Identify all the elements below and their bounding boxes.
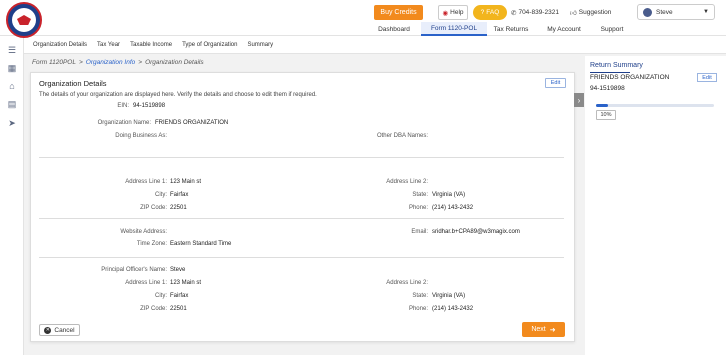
- website-label: Website Address:: [120, 229, 167, 235]
- state-value: Virginia (VA): [432, 192, 466, 198]
- officer-address-line-2-label: Address Line 2:: [386, 280, 428, 286]
- breadcrumb-form[interactable]: Form 1120POL: [32, 59, 76, 66]
- progress-fill: [596, 104, 608, 107]
- city-label: City:: [155, 192, 167, 198]
- address-line-2-label: Address Line 2:: [386, 179, 428, 185]
- arrow-right-icon: ➜: [549, 326, 556, 334]
- form-subtabs: Organization Details Tax Year Taxable In…: [24, 36, 726, 54]
- org-name-label: Organization Name:: [97, 120, 151, 126]
- email-value: sridhar.b+CPA89@w3magix.com: [432, 229, 520, 235]
- thumbs-up-icon: 👍︎: [570, 9, 577, 17]
- ein-value: 94-1519898: [133, 103, 166, 109]
- officer-zip-label: ZIP Code:: [140, 306, 167, 312]
- breadcrumb: Form 1120POL > Organization Info > Organ…: [32, 59, 204, 66]
- divider: [39, 257, 564, 258]
- email-label: Email:: [411, 229, 428, 235]
- send-icon[interactable]: ➤: [7, 118, 17, 128]
- help-button[interactable]: ◉ Help: [438, 5, 468, 20]
- summary-edit-button[interactable]: Edit: [697, 73, 717, 82]
- phone-value: (214) 143-2432: [432, 205, 474, 211]
- time-zone-value: Eastern Standard Time: [170, 241, 232, 247]
- zip-label: ZIP Code:: [140, 205, 167, 211]
- breadcrumb-organization-info[interactable]: Organization Info: [86, 59, 136, 66]
- officer-phone-value: (214) 143-2432: [432, 306, 474, 312]
- next-button[interactable]: Next ➜: [522, 322, 565, 337]
- city-value: Fairfax: [170, 192, 189, 198]
- subtab-organization-details[interactable]: Organization Details: [28, 42, 92, 48]
- officer-state-value: Virginia (VA): [432, 293, 466, 299]
- avatar: [643, 7, 652, 17]
- ein-label: EIN:: [117, 103, 129, 109]
- close-icon: ✕: [44, 326, 52, 334]
- state-label: State:: [412, 192, 428, 198]
- nav-form-1120-pol[interactable]: Form 1120-POL: [421, 22, 487, 36]
- nav-support[interactable]: Support: [594, 22, 630, 36]
- chart-icon[interactable]: ▤: [7, 99, 17, 109]
- phone-number[interactable]: ✆ 704-839-2321: [511, 5, 559, 20]
- subtab-tax-year[interactable]: Tax Year: [92, 42, 125, 48]
- address-line-1-label: Address Line 1:: [125, 179, 167, 185]
- progress-bar: [596, 104, 714, 107]
- time-zone-label: Time Zone:: [136, 241, 167, 247]
- divider: [39, 157, 564, 158]
- question-icon: ?: [480, 9, 485, 16]
- address-line-1-value: 123 Main st: [170, 179, 202, 185]
- officer-city-label: City:: [155, 293, 167, 299]
- dba-label: Doing Business As:: [115, 133, 167, 139]
- officer-phone-label: Phone:: [408, 306, 428, 312]
- subtab-summary[interactable]: Summary: [242, 42, 278, 48]
- phone-label: Phone:: [408, 205, 428, 211]
- officer-state-label: State:: [412, 293, 428, 299]
- nav-tax-returns[interactable]: Tax Returns: [488, 22, 534, 36]
- subtab-type-of-organization[interactable]: Type of Organization: [177, 42, 242, 48]
- buy-credits-button[interactable]: Buy Credits: [374, 5, 423, 20]
- user-menu[interactable]: Steve ▼: [637, 4, 715, 20]
- suggestion-button[interactable]: 👍︎ Suggestion: [570, 5, 611, 20]
- card-title: Organization Details: [39, 79, 107, 88]
- principal-officer-value: Steve: [170, 267, 186, 273]
- phone-icon: ✆: [511, 9, 517, 17]
- organization-details-card: Organization Details Edit The details of…: [30, 72, 575, 342]
- principal-officer-label: Principal Officer's Name:: [101, 267, 167, 273]
- return-summary-title: Return Summary: [590, 62, 643, 69]
- subtab-taxable-income[interactable]: Taxable Income: [125, 42, 177, 48]
- edit-button[interactable]: Edit: [545, 78, 566, 88]
- faq-button[interactable]: ? FAQ: [473, 5, 507, 20]
- cancel-button[interactable]: ✕ Cancel: [39, 324, 80, 336]
- breadcrumb-separator: >: [138, 59, 143, 66]
- divider: [39, 218, 564, 219]
- building-icon[interactable]: ▦: [7, 63, 17, 73]
- officer-address-line-1-label: Address Line 1:: [125, 280, 167, 286]
- left-sidebar: ☰ ▦ ⌂ ▤ ➤: [0, 36, 24, 355]
- officer-city-value: Fairfax: [170, 293, 189, 299]
- chevron-right-icon: ›: [577, 95, 581, 105]
- chevron-down-icon: ▼: [703, 9, 709, 15]
- summary-ein: 94-1519898: [590, 85, 625, 92]
- card-description: The details of your organization are dis…: [39, 92, 317, 98]
- nav-my-account[interactable]: My Account: [538, 22, 590, 36]
- zip-value: 22501: [170, 205, 187, 211]
- other-dba-label: Other DBA Names:: [376, 133, 428, 139]
- nav-dashboard[interactable]: Dashboard: [368, 22, 420, 36]
- bank-icon[interactable]: ⌂: [7, 81, 17, 91]
- menu-icon[interactable]: ☰: [7, 45, 17, 55]
- summary-org-name: FRIENDS ORGANIZATION: [590, 74, 670, 81]
- officer-address-line-1-value: 123 Main st: [170, 280, 202, 286]
- breadcrumb-separator: >: [78, 59, 83, 66]
- title-underline: [590, 72, 630, 73]
- lifebuoy-icon: ◉: [442, 9, 449, 17]
- tax-exempt-logo[interactable]: [6, 2, 42, 38]
- return-summary-panel: Return Summary FRIENDS ORGANIZATION Edit…: [585, 56, 726, 355]
- progress-label: 10%: [596, 110, 616, 120]
- breadcrumb-current: Organization Details: [145, 59, 204, 66]
- collapse-panel-button[interactable]: ›: [574, 93, 584, 107]
- org-name-value: FRIENDS ORGANIZATION: [155, 120, 229, 126]
- officer-zip-value: 22501: [170, 306, 187, 312]
